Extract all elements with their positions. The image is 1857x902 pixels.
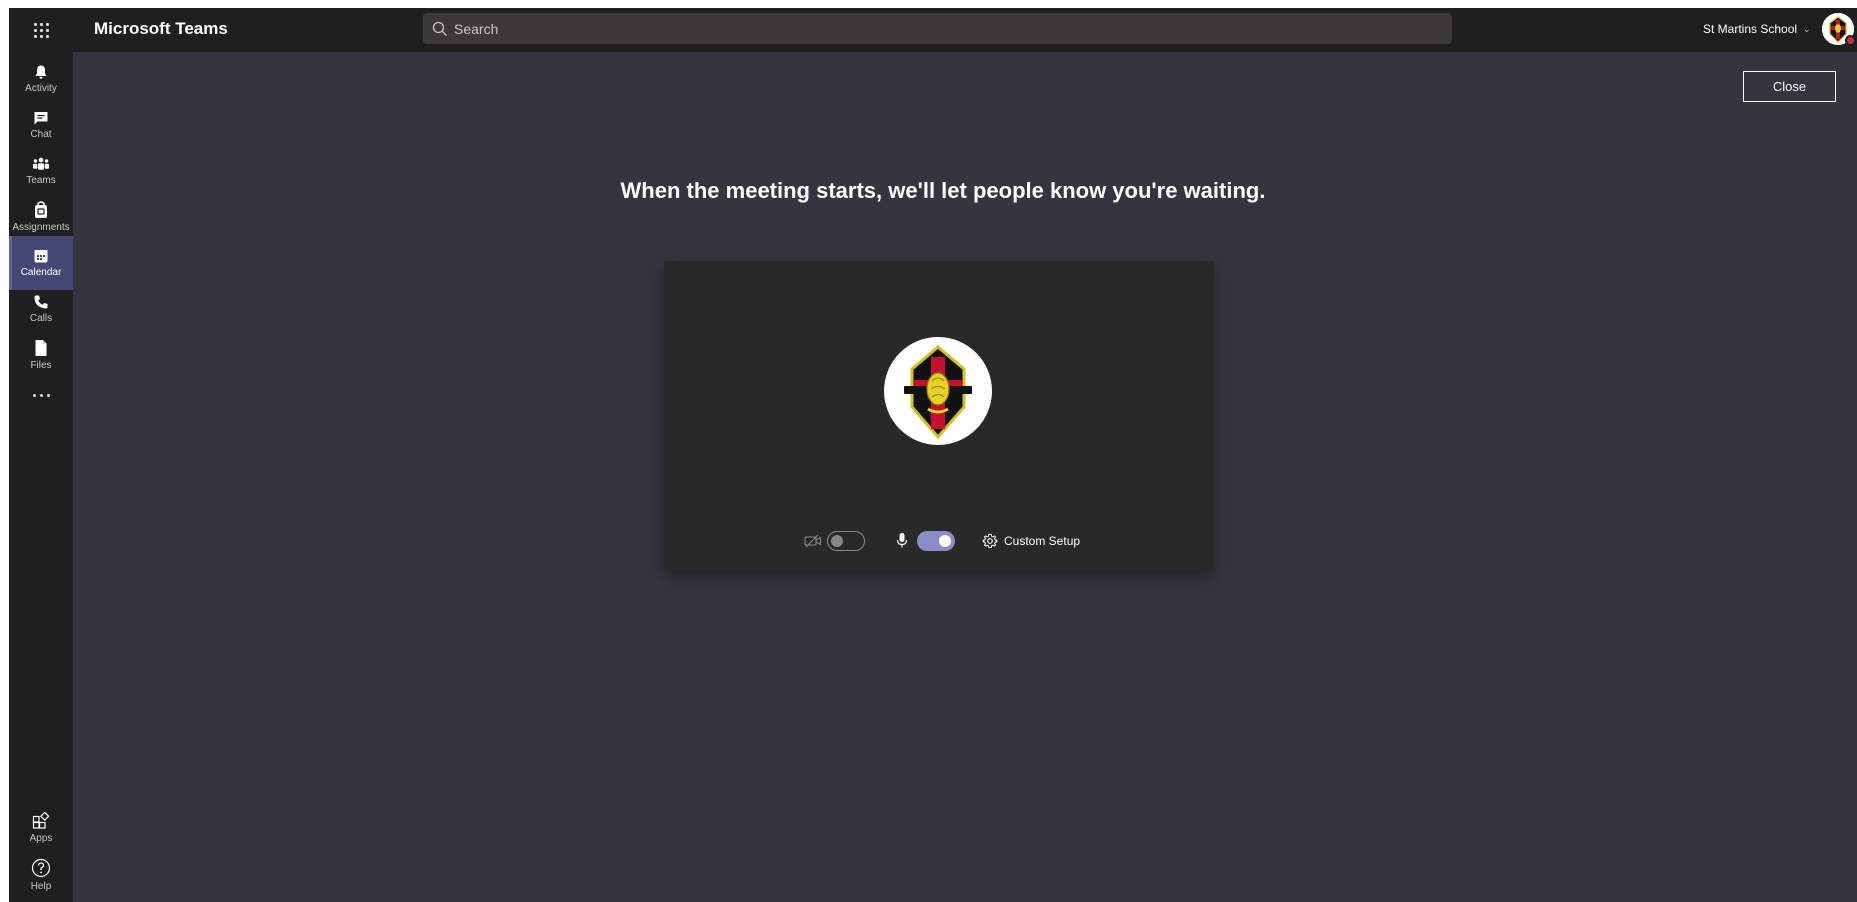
- rail-item-apps[interactable]: Apps: [9, 805, 73, 851]
- rail-label: Apps: [29, 833, 53, 844]
- close-button[interactable]: Close: [1743, 71, 1836, 102]
- microphone-toggle[interactable]: [917, 531, 955, 551]
- teams-icon: [33, 157, 49, 170]
- chat-icon: [34, 112, 48, 125]
- phone-icon: [34, 295, 48, 309]
- gear-icon: [982, 533, 998, 548]
- rail-label: Calls: [29, 313, 53, 324]
- tenant-name: St Martins School: [1703, 22, 1798, 36]
- app-launcher-button[interactable]: [9, 8, 73, 52]
- ellipsis-dot: [39, 393, 43, 397]
- tenant-switcher[interactable]: St Martins School ⌄: [1703, 22, 1811, 36]
- microphone-icon: [896, 533, 908, 548]
- ellipsis-dot: [46, 393, 50, 397]
- rail-label: Assignments: [12, 222, 70, 233]
- school-crest-icon: [904, 345, 972, 440]
- participant-avatar: [884, 337, 992, 445]
- rail-label: Chat: [30, 129, 52, 140]
- device-controls: Custom Setup: [664, 531, 1214, 555]
- rail-label: Calendar: [20, 267, 62, 278]
- more-apps-button[interactable]: [9, 377, 73, 413]
- video-preview: Custom Setup: [664, 261, 1214, 570]
- assignments-icon: [35, 201, 47, 218]
- presence-busy-indicator: [1845, 35, 1856, 46]
- calendar-icon: [34, 250, 48, 263]
- top-bar: Microsoft Teams St Martins School ⌄: [9, 8, 1857, 52]
- profile-avatar[interactable]: [1822, 13, 1856, 46]
- bell-icon: [35, 65, 47, 79]
- teams-window: Microsoft Teams St Martins School ⌄: [9, 8, 1857, 902]
- rail-item-files[interactable]: Files: [9, 328, 73, 382]
- app-rail: Activity Chat Teams Assignments Calendar…: [9, 52, 73, 902]
- custom-setup-button[interactable]: Custom Setup: [982, 531, 1080, 551]
- rail-label: Help: [30, 881, 52, 892]
- search-icon: [432, 21, 447, 36]
- help-icon: [31, 858, 51, 878]
- search-input[interactable]: [454, 20, 1434, 37]
- rail-label: Files: [30, 360, 52, 371]
- rail-item-help[interactable]: Help: [9, 852, 73, 898]
- chevron-down-icon: ⌄: [1803, 23, 1811, 34]
- files-icon: [35, 340, 47, 356]
- toggle-knob: [939, 535, 951, 547]
- ellipsis-dot: [32, 393, 36, 397]
- custom-setup-label: Custom Setup: [1004, 534, 1081, 548]
- search-box[interactable]: [423, 13, 1452, 44]
- camera-off-icon: [804, 534, 822, 548]
- rail-label: Teams: [26, 175, 56, 186]
- camera-toggle[interactable]: [827, 531, 865, 551]
- rail-label: Activity: [25, 83, 57, 94]
- app-title: Microsoft Teams: [94, 19, 228, 38]
- apps-icon: [32, 812, 50, 829]
- waiting-message: When the meeting starts, we'll let peopl…: [620, 178, 1266, 203]
- toggle-knob: [831, 535, 843, 547]
- waffle-icon: [33, 22, 49, 38]
